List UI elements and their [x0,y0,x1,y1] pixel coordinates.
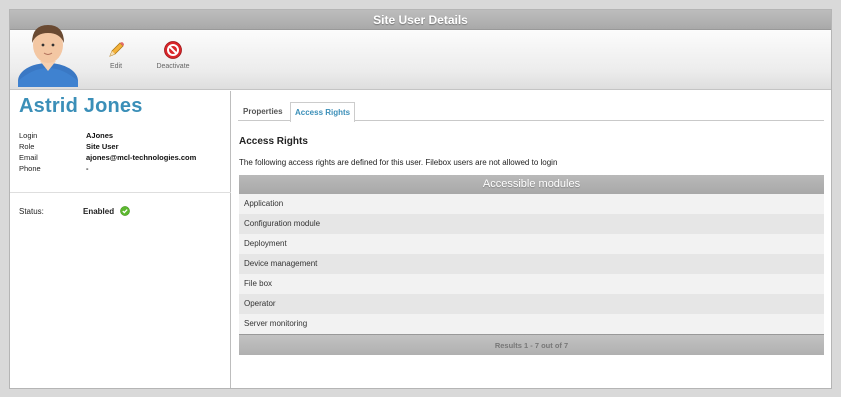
user-avatar-icon [18,25,78,87]
tab-access-rights[interactable]: Access Rights [290,102,356,122]
role-value: Site User [86,142,119,151]
table-row[interactable]: Operator [239,294,824,314]
panel-divider [10,192,231,193]
user-info-list: Login AJones Role Site User Email ajones… [19,130,196,174]
edit-button[interactable]: Edit [102,40,130,70]
table-row[interactable]: File box [239,274,824,294]
user-name: Astrid Jones [19,95,143,117]
phone-value: - [86,164,89,173]
status-label: Status: [19,206,44,216]
status-value: Enabled [83,206,115,216]
edit-label: Edit [109,63,123,70]
section-description: The following access rights are defined … [239,158,558,167]
tab-bar: Properties Access Rights [238,102,824,122]
email-row: Email ajones@mcl-technologies.com [19,152,196,163]
phone-label: Phone [19,164,41,173]
role-label: Role [19,142,35,151]
section-title: Access Rights [239,136,308,147]
accessible-modules-table: Accessible modules Application Configura… [239,175,824,355]
table-footer-results: Results 1 - 7 out of 7 [239,334,824,355]
details-content: Properties Access Rights Access Rights T… [238,91,826,388]
login-label: Login [19,131,38,140]
status-row: Status: Enabled [19,206,130,216]
tab-properties[interactable]: Properties [239,102,287,121]
login-row: Login AJones [19,130,196,141]
deactivate-label: Deactivate [156,63,190,70]
table-row[interactable]: Server monitoring [239,314,824,334]
pencil-icon [109,42,124,57]
toolbar: Edit Deactivate [10,25,831,90]
window-title: Site User Details [373,13,468,27]
title-bar: Site User Details [10,10,831,30]
table-row[interactable]: Deployment [239,234,824,254]
table-row[interactable]: Configuration module [239,214,824,234]
check-circle-icon [120,206,130,216]
site-user-details-window: Site User Details Edit Deactivate Astrid… [9,9,832,389]
email-value: ajones@mcl-technologies.com [86,153,197,162]
deactivate-icon [164,41,182,59]
table-header: Accessible modules [239,175,824,194]
deactivate-button[interactable]: Deactivate [152,40,194,70]
phone-row: Phone - [19,163,196,174]
table-row[interactable]: Device management [239,254,824,274]
user-info-panel: Astrid Jones Login AJones Role Site User… [10,91,231,388]
table-row[interactable]: Application [239,194,824,214]
role-row: Role Site User [19,141,196,152]
login-value: AJones [86,131,114,140]
email-label: Email [19,153,38,162]
